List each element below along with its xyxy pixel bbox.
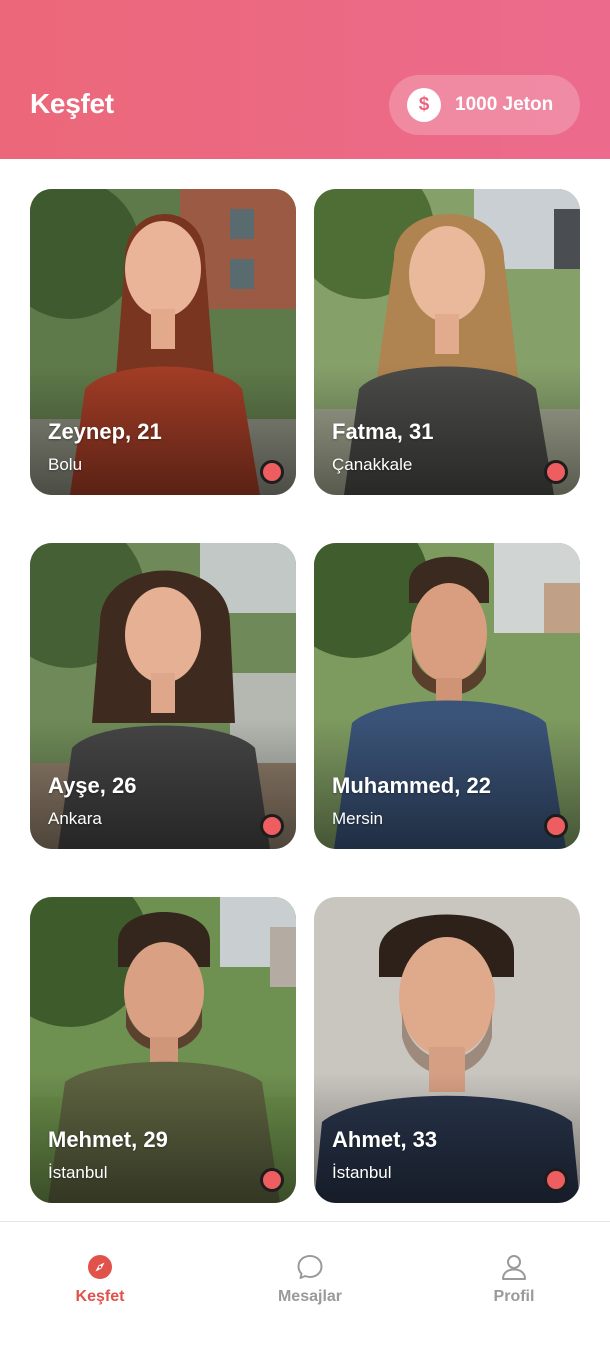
profile-city: Ankara [48, 809, 102, 828]
profile-name: Ahmet, 33 [332, 1127, 438, 1152]
profile-city: Bolu [48, 455, 83, 474]
user-icon [502, 1255, 526, 1280]
profile-name: Mehmet, 29 [48, 1127, 168, 1152]
status-dot-icon [544, 814, 568, 838]
nav-item-profil[interactable]: Profil [444, 1252, 584, 1312]
compass-icon [88, 1255, 112, 1279]
profile-city: Mersin [332, 809, 384, 828]
app-root: Keşfet $ 1000 Jeton Zeynep, 21 Bolu Fatm… [0, 0, 610, 1356]
status-dot-icon [544, 460, 568, 484]
chat-bubble-icon [297, 1255, 323, 1279]
profile-card[interactable]: Mehmet, 29 İstanbul [30, 897, 296, 1203]
profile-city: İstanbul [332, 1163, 392, 1182]
profile-name: Zeynep, 21 [48, 419, 162, 444]
dollar-coin-icon: $ [407, 88, 441, 122]
status-dot-icon [260, 814, 284, 838]
profile-card[interactable]: Fatma, 31 Çanakkale [314, 189, 580, 495]
profile-city: Çanakkale [332, 455, 413, 474]
profile-grid: Zeynep, 21 Bolu Fatma, 31 Çanakkale Ayşe… [0, 159, 610, 1221]
profile-name: Muhammed, 22 [332, 773, 491, 798]
profile-name: Fatma, 31 [332, 419, 434, 444]
status-dot-icon [544, 1168, 568, 1192]
page-title: Keşfet [30, 88, 114, 119]
status-dot-icon [260, 1168, 284, 1192]
nav-label: Keşfet [75, 1288, 125, 1305]
profile-name: Ayşe, 26 [48, 773, 137, 798]
app-header: Keşfet $ 1000 Jeton [0, 0, 610, 159]
nav-label: Mesajlar [277, 1288, 343, 1305]
profile-card[interactable]: Ayşe, 26 Ankara [30, 543, 296, 849]
bottom-navigation: Keşfet Mesajlar Profil [0, 1221, 610, 1356]
status-dot-icon [260, 460, 284, 484]
coin-balance-button[interactable]: $ 1000 Jeton [389, 75, 580, 135]
profile-city: İstanbul [48, 1163, 108, 1182]
nav-item-mesajlar[interactable]: Mesajlar [240, 1252, 380, 1312]
coin-balance-label: 1000 Jeton [455, 94, 554, 115]
nav-item-kesfet[interactable]: Keşfet [30, 1252, 170, 1312]
nav-label: Profil [493, 1288, 535, 1305]
profile-card[interactable]: Muhammed, 22 Mersin [314, 543, 580, 849]
profile-card[interactable]: Ahmet, 33 İstanbul [314, 897, 580, 1203]
profile-card[interactable]: Zeynep, 21 Bolu [30, 189, 296, 495]
